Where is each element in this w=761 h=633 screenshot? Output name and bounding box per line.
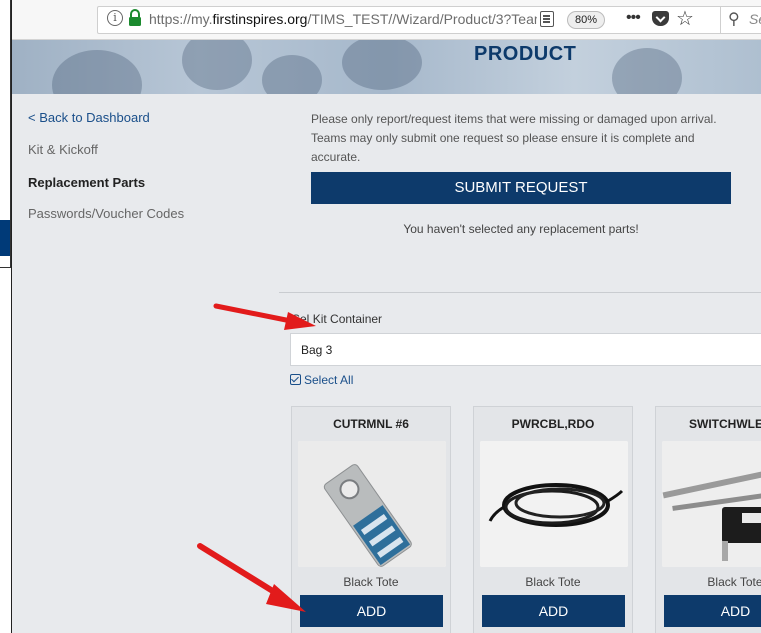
background-window-button	[0, 220, 10, 256]
sidebar-item-kit-kickoff[interactable]: Kit & Kickoff	[28, 142, 98, 157]
zoom-level-badge[interactable]: 80%	[567, 11, 605, 29]
submit-request-button[interactable]: SUBMIT REQUEST	[311, 172, 731, 204]
info-icon[interactable]: i	[107, 10, 123, 26]
kit-container-select[interactable]	[290, 333, 761, 366]
empty-selection-message: You haven't selected any replacement par…	[403, 222, 639, 236]
pocket-icon[interactable]	[652, 11, 669, 26]
sidebar-item-replacement-parts[interactable]: Replacement Parts	[28, 175, 145, 190]
bookmark-star-icon[interactable]: ☆	[676, 6, 694, 31]
product-location: Black Tote	[525, 575, 581, 589]
annotation-arrow-icon	[213, 303, 316, 330]
sidebar-item-passwords-voucher-codes[interactable]: Passwords/Voucher Codes	[28, 206, 184, 221]
product-card: PWRCBL,RDO Black Tote ADD	[473, 406, 633, 633]
product-image-terminal	[298, 441, 446, 567]
product-name: CUTRMNL #6	[333, 417, 409, 431]
product-image-cable	[480, 441, 628, 567]
kit-container-value: Bag 3	[301, 343, 333, 357]
browser-toolbar: i https://my.firstinspires.org/TIMS_TEST…	[12, 0, 761, 40]
search-icon: ⚲	[728, 11, 740, 28]
sidebar-item-back-to-dashboard[interactable]: < Back to Dashboard	[28, 110, 150, 125]
url-text[interactable]: https://my.firstinspires.org/TIMS_TEST//…	[149, 11, 537, 27]
product-name: SWITCHWLEV	[689, 417, 761, 431]
browser-window: i https://my.firstinspires.org/TIMS_TEST…	[11, 0, 761, 633]
add-button[interactable]: ADD	[664, 595, 761, 627]
product-location: Black Tote	[343, 575, 399, 589]
section-divider	[279, 292, 761, 293]
page-title: PRODUCT	[474, 43, 577, 65]
page-content: PRODUCT < Back to Dashboard Kit & Kickof…	[12, 40, 761, 633]
product-card: CUTRMNL #6 Black Tote ADD	[291, 406, 451, 633]
checkbox-icon	[290, 374, 301, 385]
product-card: SWITCHWLEV Black Tote ADD	[655, 406, 761, 633]
add-button[interactable]: ADD	[300, 595, 443, 627]
background-window-fragment	[0, 0, 11, 268]
annotation-arrow-icon	[197, 543, 306, 612]
select-all-label: Select All	[304, 373, 354, 387]
select-all-link[interactable]: Select All	[290, 373, 353, 387]
product-location: Black Tote	[707, 575, 761, 589]
lock-icon	[129, 9, 141, 26]
product-name: PWRCBL,RDO	[511, 417, 595, 431]
more-actions-icon[interactable]: •••	[626, 9, 641, 27]
search-placeholder: Se	[749, 11, 761, 27]
reader-view-icon[interactable]	[540, 11, 554, 27]
kit-label-text: Kit Container	[312, 312, 383, 326]
product-image-switch	[662, 441, 761, 567]
instructions-notice: Please only report/request items that we…	[311, 112, 717, 164]
add-button[interactable]: ADD	[482, 595, 625, 627]
page-banner: PRODUCT	[12, 40, 761, 94]
